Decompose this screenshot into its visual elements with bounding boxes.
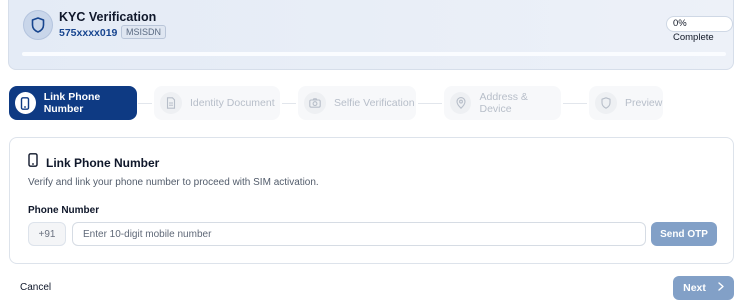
step-link-phone-number[interactable]: Link Phone Number xyxy=(9,86,137,120)
step-label: Preview xyxy=(625,97,663,109)
completion-badge: 0% Complete xyxy=(666,16,733,43)
kyc-stepper: Link Phone Number Identity Document Self… xyxy=(0,86,750,120)
phone-number-input[interactable] xyxy=(72,222,646,246)
step-label: Selfie Verification xyxy=(334,97,415,109)
progress-bar xyxy=(22,52,726,56)
page-title: KYC Verification xyxy=(59,10,157,24)
step-connector xyxy=(563,103,587,104)
country-code-prefix: +91 xyxy=(28,222,66,246)
step-label: Address & Device xyxy=(479,91,528,115)
card-description: Verify and link your phone number to pro… xyxy=(28,177,319,188)
step-label: Link Phone Number xyxy=(43,91,101,115)
step-address-and-device[interactable]: Address & Device xyxy=(444,86,561,120)
step-connector xyxy=(282,103,296,104)
shield-icon xyxy=(23,10,53,40)
next-button-label: Next xyxy=(683,282,706,294)
camera-icon xyxy=(304,92,326,114)
cancel-button[interactable]: Cancel xyxy=(20,282,51,293)
card-header: Link Phone Number xyxy=(28,153,159,172)
next-button[interactable]: Next xyxy=(673,276,734,300)
shield-icon xyxy=(595,92,617,114)
send-otp-button[interactable]: Send OTP xyxy=(651,222,717,246)
step-label: Identity Document xyxy=(190,97,275,109)
phone-icon xyxy=(15,92,36,114)
step-identity-document[interactable]: Identity Document xyxy=(154,86,280,120)
phone-number-label: Phone Number xyxy=(28,205,100,216)
step-connector xyxy=(138,103,152,104)
step-selfie-verification[interactable]: Selfie Verification xyxy=(298,86,416,120)
card-title: Link Phone Number xyxy=(46,155,160,170)
location-pin-icon xyxy=(450,92,472,114)
document-icon xyxy=(160,92,182,114)
step-connector xyxy=(418,103,442,104)
link-phone-card: Link Phone Number Verify and link your p… xyxy=(9,137,734,264)
step-preview[interactable]: Preview xyxy=(589,86,663,120)
msisdn-badge: MSISDN xyxy=(121,25,167,39)
chevron-right-icon xyxy=(718,282,724,294)
masked-phone-number: 575xxxx019 xyxy=(59,27,118,39)
kyc-header-card: KYC Verification 575xxxx019 MSISDN 0% Co… xyxy=(8,0,734,70)
phone-icon xyxy=(28,153,38,172)
